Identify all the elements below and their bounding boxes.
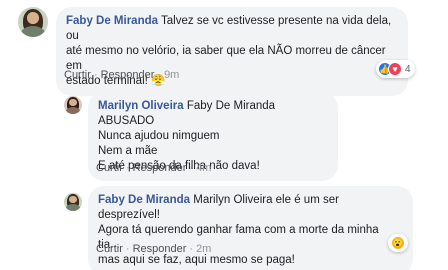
reaction-count: 4 xyxy=(405,63,411,75)
comment-actions: Curtir · Responder · 2m xyxy=(96,243,211,255)
comment-bubble: Faby De Miranda Marilyn Oliveira ele é u… xyxy=(88,186,413,270)
separator: · xyxy=(189,243,194,255)
comment-author[interactable]: Faby De Miranda xyxy=(98,194,190,206)
comment-bubble: Faby De Miranda Talvez se vc estivesse p… xyxy=(56,7,408,96)
separator: · xyxy=(93,69,98,81)
comment-text: Nunca ajudou nimguem xyxy=(98,130,220,142)
separator: · xyxy=(125,162,130,174)
like-link[interactable]: Curtir xyxy=(96,162,123,174)
separator: · xyxy=(125,243,130,255)
reactions-badge[interactable]: 😮 xyxy=(388,234,408,252)
comment-author[interactable]: Marilyn Oliveira xyxy=(98,100,184,112)
comment-author[interactable]: Faby De Miranda xyxy=(66,15,158,27)
avatar[interactable] xyxy=(64,96,82,114)
reply-link[interactable]: Responder xyxy=(133,243,187,255)
reactions-badge[interactable]: 👍 ♥ 4 xyxy=(376,60,415,78)
wow-icon: 😮 xyxy=(391,236,405,250)
comment-actions: Curtir · Responder · 4m xyxy=(96,162,211,174)
reply-link[interactable]: Responder xyxy=(101,69,155,81)
timestamp[interactable]: 4m xyxy=(196,162,211,174)
separator: · xyxy=(157,69,162,81)
love-icon: ♥ xyxy=(388,62,402,76)
reply-link[interactable]: Responder xyxy=(133,162,187,174)
avatar[interactable] xyxy=(18,7,48,37)
comment-actions: Curtir · Responder · 9m xyxy=(64,69,179,81)
comment-text: Nem a mãe xyxy=(98,145,158,157)
comment-text: mas aqui se faz, aqui mesmo se paga! xyxy=(98,254,295,266)
like-link[interactable]: Curtir xyxy=(64,69,91,81)
timestamp[interactable]: 9m xyxy=(164,69,179,81)
like-link[interactable]: Curtir xyxy=(96,243,123,255)
separator: · xyxy=(189,162,194,174)
timestamp[interactable]: 2m xyxy=(196,243,211,255)
avatar[interactable] xyxy=(64,193,82,211)
